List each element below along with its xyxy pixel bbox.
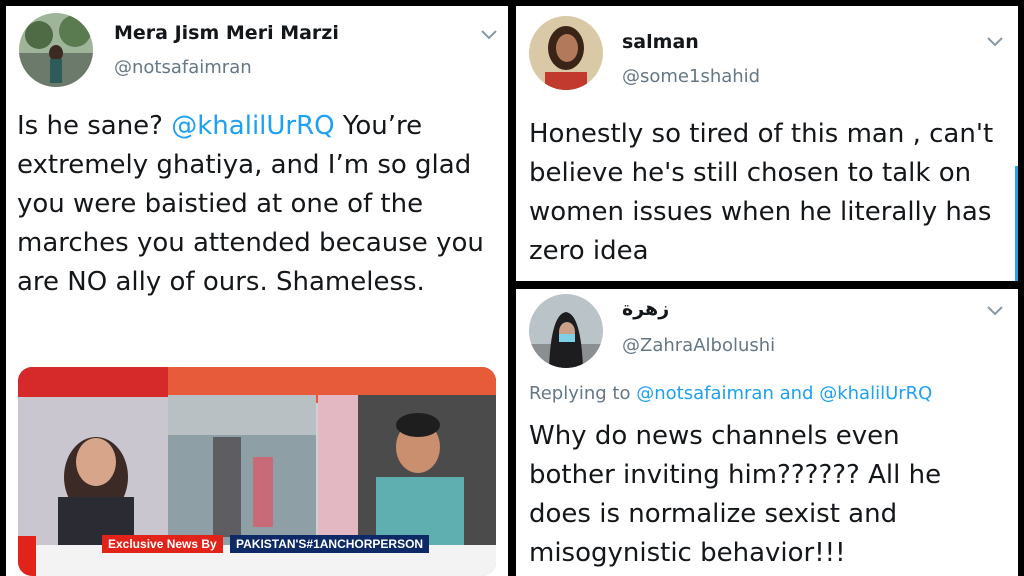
handle[interactable]: @ZahraAlbolushi xyxy=(622,335,775,356)
avatar[interactable] xyxy=(529,294,603,368)
tweet-text-part: Is he sane? xyxy=(17,111,172,141)
tweet-media-image[interactable]: Exclusive News By PAKISTAN'S#1ANCHORPERS… xyxy=(18,367,496,576)
news-ticker-left: Exclusive News By xyxy=(102,535,223,553)
avatar[interactable] xyxy=(529,16,603,90)
tweet-text: Why do news channels even bother invitin… xyxy=(529,421,942,568)
chevron-down-icon[interactable] xyxy=(986,35,1004,49)
avatar[interactable] xyxy=(19,13,93,87)
thread-line xyxy=(1015,166,1018,281)
chevron-down-icon[interactable] xyxy=(480,28,498,42)
mention-link[interactable]: @notsafaimran xyxy=(636,383,774,404)
tweet-text: Is he sane? @khalilUrRQ You’re extremely… xyxy=(17,107,495,302)
tweet-card-zahraalbolushi[interactable]: زهرة @ZahraAlbolushi Replying to @notsaf… xyxy=(516,289,1018,576)
handle[interactable]: @some1shahid xyxy=(622,66,760,87)
display-name[interactable]: salman xyxy=(622,31,699,53)
mention-link[interactable]: @khalilUrRQ xyxy=(819,383,932,404)
tweet-card-notsafaimran[interactable]: Mera Jism Meri Marzi @notsafaimran Is he… xyxy=(6,6,508,576)
replying-to: Replying to @notsafaimran and @khalilUrR… xyxy=(529,383,932,404)
chevron-down-icon[interactable] xyxy=(986,304,1004,318)
replying-and: and xyxy=(779,383,814,404)
mention-link[interactable]: @khalilUrRQ xyxy=(171,111,334,141)
display-name[interactable]: زهرة xyxy=(622,298,669,320)
tweet-text: Honestly so tired of this man , can't be… xyxy=(529,119,994,266)
news-ticker-right: PAKISTAN'S#1ANCHORPERSON xyxy=(230,535,430,553)
handle[interactable]: @notsafaimran xyxy=(114,57,252,78)
tweet-card-some1shahid[interactable]: salman @some1shahid Honestly so tired of… xyxy=(516,6,1018,281)
replying-prefix: Replying to xyxy=(529,383,631,404)
display-name[interactable]: Mera Jism Meri Marzi xyxy=(114,22,339,44)
